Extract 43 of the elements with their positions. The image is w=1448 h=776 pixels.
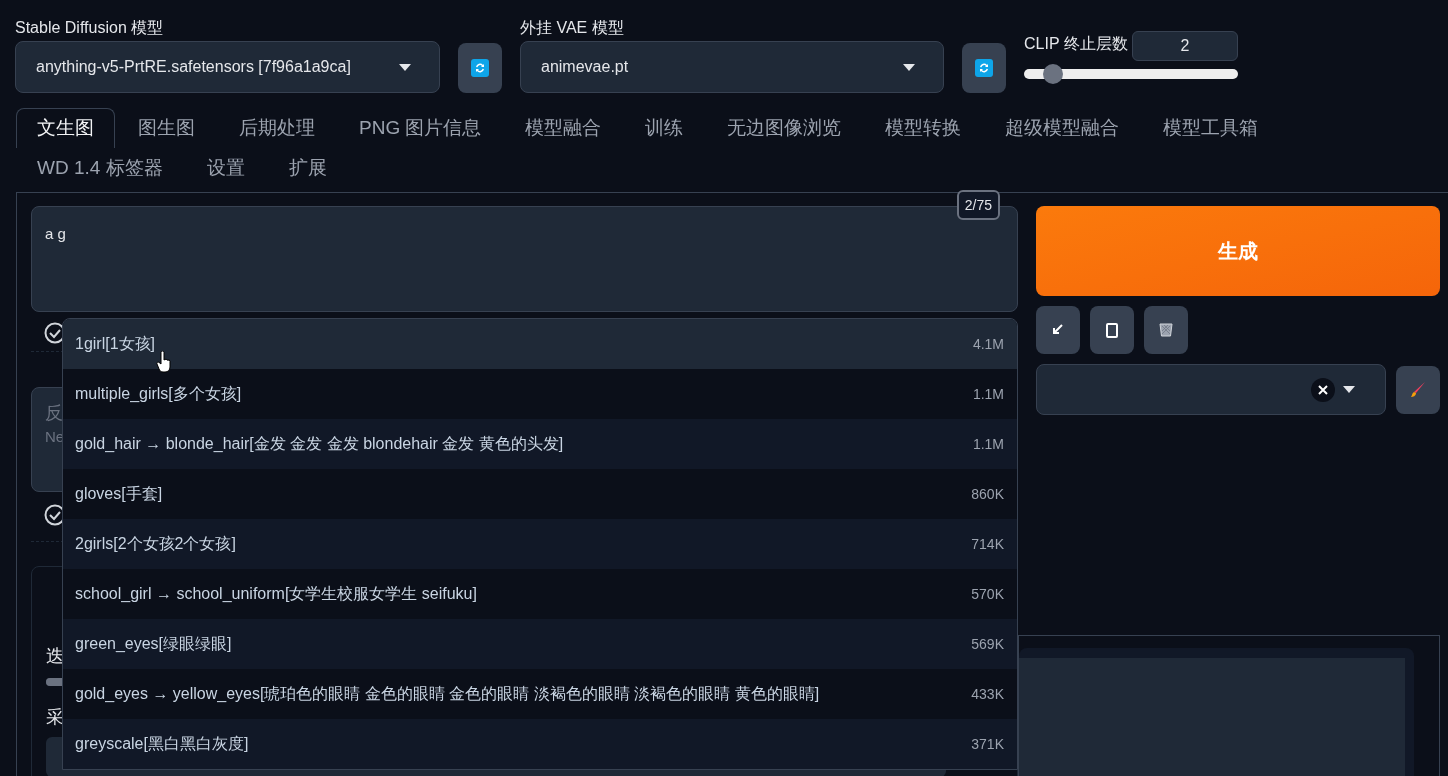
clipboard-icon <box>1103 321 1121 339</box>
refresh-button[interactable] <box>458 43 502 93</box>
field-label: Stable Diffusion 模型 <box>15 18 165 38</box>
field-label: 外挂 VAE 模型 <box>520 18 625 38</box>
tab[interactable]: WD 1.4 标签器 <box>16 148 184 188</box>
model-select[interactable]: anything-v5-PrtRE.safetensors [7f96a1a9ca] <box>15 41 440 93</box>
field-label: 迭 <box>46 645 64 668</box>
caret-icon <box>1343 386 1355 393</box>
tab[interactable]: 设置 <box>185 148 266 188</box>
slider-thumb[interactable] <box>1043 64 1064 84</box>
autocomplete-item[interactable]: 1girl[1女孩] 4.1M <box>63 319 1017 369</box>
caret-icon <box>399 63 411 71</box>
clear-icon[interactable] <box>1311 377 1335 402</box>
tab[interactable]: PNG 图片信息 <box>338 108 503 148</box>
field-label: CLIP 终止层数 <box>1024 34 1128 54</box>
tab[interactable]: 超级模型融合 <box>984 108 1141 148</box>
number-input[interactable]: 2 <box>1132 31 1238 61</box>
model-select[interactable]: animevae.pt <box>520 41 944 93</box>
autocomplete-item[interactable]: gold_hair → blonde_hair[金发 金发 金发 blondehair 金发 黄色的头发] 1.1M <box>63 419 1017 469</box>
tab[interactable]: 训练 <box>624 108 705 148</box>
refresh-button[interactable] <box>962 43 1006 93</box>
trash-button[interactable] <box>1144 306 1188 354</box>
tab[interactable]: 文生图 <box>16 108 115 148</box>
field-label: 采 <box>46 706 64 729</box>
clipboard-button[interactable] <box>1090 306 1134 354</box>
autocomplete-item[interactable]: greyscale[黑白黑白灰度] 371K <box>63 719 1017 769</box>
tab[interactable]: 无边图像浏览 <box>706 108 863 148</box>
tab[interactable]: 扩展 <box>267 148 348 188</box>
autocomplete-item[interactable]: gloves[手套] 860K <box>63 469 1017 519</box>
tab[interactable]: 模型转换 <box>864 108 983 148</box>
autocomplete-item[interactable]: 2girls[2个女孩2个女孩] 714K <box>63 519 1017 569</box>
refresh-icon <box>471 59 489 77</box>
tab[interactable]: 模型工具箱 <box>1142 108 1280 148</box>
hand-cursor-icon <box>156 351 172 373</box>
tab[interactable]: 模型融合 <box>504 108 623 148</box>
refresh-icon <box>975 59 993 77</box>
trash-icon <box>1157 321 1175 339</box>
tab[interactable]: 图生图 <box>117 108 216 148</box>
tab[interactable]: 后期处理 <box>218 108 336 148</box>
token-counter: 2/75 <box>956 190 1000 220</box>
brush-icon <box>1408 379 1428 400</box>
autocomplete-item[interactable]: green_eyes[绿眼绿眼] 569K <box>63 619 1017 669</box>
caret-icon <box>903 63 915 71</box>
